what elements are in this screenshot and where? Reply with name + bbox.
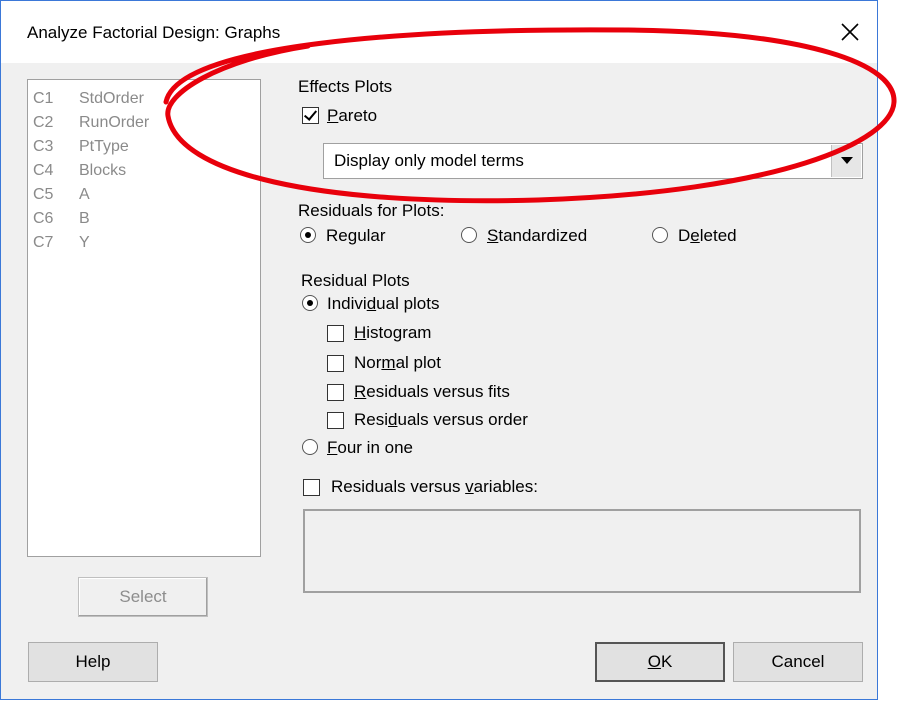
residuals-vs-variables-label[interactable]: Residuals versus variables: xyxy=(331,477,538,497)
residuals-vs-order-checkbox[interactable] xyxy=(327,412,344,429)
residuals-vs-fits-checkbox[interactable] xyxy=(327,384,344,401)
variables-input-box[interactable] xyxy=(303,509,861,593)
chevron-down-icon xyxy=(840,157,853,164)
list-item[interactable]: C1 StdOrder xyxy=(33,87,260,111)
standardized-label[interactable]: Standardized xyxy=(487,226,587,246)
select-button[interactable]: Select xyxy=(78,577,208,617)
pareto-checkbox[interactable] xyxy=(302,107,319,124)
dropdown-value: Display only model terms xyxy=(334,151,524,170)
standardized-radio[interactable] xyxy=(461,227,477,243)
ok-button[interactable]: OK xyxy=(595,642,725,682)
help-button[interactable]: Help xyxy=(28,642,158,682)
dialog-window: Analyze Factorial Design: Graphs C1 StdOr… xyxy=(0,0,878,700)
cancel-button[interactable]: Cancel xyxy=(733,642,863,682)
residuals-vs-fits-label[interactable]: Residuals versus fits xyxy=(354,382,510,402)
individual-plots-radio[interactable] xyxy=(302,295,318,311)
histogram-checkbox[interactable] xyxy=(327,325,344,342)
list-item[interactable]: C3 PtType xyxy=(33,135,260,159)
residual-plots-heading: Residual Plots xyxy=(301,271,410,290)
title-bar: Analyze Factorial Design: Graphs xyxy=(1,1,877,63)
close-button[interactable] xyxy=(827,9,873,55)
residuals-for-plots-heading: Residuals for Plots: xyxy=(298,201,445,220)
variable-list[interactable]: C1 StdOrder C2 RunOrder C3 PtType C4 Blocks … xyxy=(27,79,261,557)
normal-plot-checkbox[interactable] xyxy=(327,355,344,372)
histogram-label[interactable]: Histogram xyxy=(354,323,431,343)
dropdown-button[interactable] xyxy=(831,145,861,177)
list-item[interactable]: C7 Y xyxy=(33,231,260,255)
dialog-title: Analyze Factorial Design: Graphs xyxy=(27,23,281,42)
list-item[interactable]: C4 Blocks xyxy=(33,159,260,183)
list-item[interactable]: C5 A xyxy=(33,183,260,207)
individual-plots-label[interactable]: Individual plots xyxy=(327,294,439,314)
deleted-radio[interactable] xyxy=(652,227,668,243)
four-in-one-label[interactable]: Four in one xyxy=(327,438,413,458)
residuals-vs-order-label[interactable]: Residuals versus order xyxy=(354,410,528,430)
effects-plots-heading: Effects Plots xyxy=(298,77,393,96)
deleted-label[interactable]: Deleted xyxy=(678,226,737,246)
list-item[interactable]: C6 B xyxy=(33,207,260,231)
regular-label[interactable]: Regular xyxy=(326,226,386,246)
normal-plot-label[interactable]: Normal plot xyxy=(354,353,441,373)
regular-radio[interactable] xyxy=(300,227,316,243)
residuals-vs-variables-checkbox[interactable] xyxy=(303,479,320,496)
list-item[interactable]: C2 RunOrder xyxy=(33,111,260,135)
close-icon xyxy=(841,23,859,41)
pareto-label[interactable]: Pareto xyxy=(327,106,377,126)
four-in-one-radio[interactable] xyxy=(302,439,318,455)
pareto-display-dropdown[interactable]: Display only model terms xyxy=(323,143,863,179)
